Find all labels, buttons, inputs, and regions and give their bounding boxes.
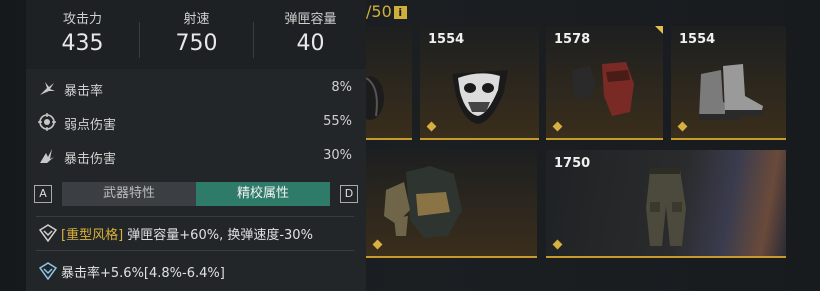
affix-row: 暴击率+5.6%[4.8%-6.4%] bbox=[26, 258, 366, 284]
attribute-name: 暴击伤害 bbox=[64, 152, 117, 167]
divider bbox=[36, 250, 354, 251]
crit-damage-icon bbox=[40, 149, 54, 163]
item-slot-mask[interactable]: 1554 bbox=[420, 26, 539, 140]
stat-label: 攻击力 bbox=[62, 12, 102, 27]
detail-tabs: A 武器特性 精校属性 D bbox=[26, 180, 366, 210]
item-slot-boots[interactable]: 1554 bbox=[671, 26, 786, 140]
armor-icon bbox=[384, 166, 462, 238]
affix-tag: [重型风格] bbox=[61, 228, 124, 243]
stat-value: 750 bbox=[175, 31, 218, 56]
key-hint-right[interactable]: D bbox=[340, 185, 358, 203]
pants-icon bbox=[646, 168, 686, 246]
crit-rate-icon bbox=[40, 82, 55, 95]
stat-value: 435 bbox=[61, 31, 104, 56]
affix-text: 暴击率+5.6%[4.8%-6.4%] bbox=[61, 262, 225, 281]
attribute-name: 暴击率 bbox=[64, 84, 104, 99]
mask-icon bbox=[452, 70, 508, 124]
divider bbox=[36, 216, 354, 217]
affix-emblem-icon bbox=[39, 262, 57, 280]
capacity-text: /50 bbox=[366, 2, 392, 21]
stat-value: 40 bbox=[296, 31, 325, 56]
stat-fire-rate: 射速 750 bbox=[140, 0, 253, 56]
weapon-detail-panel: 攻击力 435 射速 750 弹匣容量 40 暴击率 8% 弱点伤害 55% 暴… bbox=[26, 0, 366, 291]
attribute-row-crit-rate: 暴击率 8% bbox=[26, 75, 366, 103]
affix-row: [重型风格] 弹匣容量+60%, 换弹速度-30% bbox=[26, 220, 366, 246]
stat-attack: 攻击力 435 bbox=[26, 0, 139, 56]
stat-label: 射速 bbox=[183, 12, 210, 27]
affix-emblem-icon bbox=[39, 224, 57, 242]
affix-description: 弹匣容量+60%, 换弹速度-30% bbox=[123, 228, 313, 243]
affix-text: [重型风格] 弹匣容量+60%, 换弹速度-30% bbox=[61, 224, 313, 243]
stat-label: 弹匣容量 bbox=[284, 12, 337, 27]
attribute-name: 弱点伤害 bbox=[64, 118, 117, 133]
boots-icon bbox=[699, 64, 763, 120]
attribute-value: 55% bbox=[323, 114, 352, 129]
key-hint-left[interactable]: A bbox=[34, 185, 52, 203]
attribute-value: 30% bbox=[323, 148, 352, 163]
weapon-stats: 攻击力 435 射速 750 弹匣容量 40 bbox=[26, 0, 366, 69]
weakspot-icon bbox=[38, 113, 56, 131]
item-slot-pants[interactable]: 1750 bbox=[546, 150, 786, 258]
stat-mag-capacity: 弹匣容量 40 bbox=[254, 0, 367, 56]
gloves-icon bbox=[572, 62, 634, 116]
tab-refine-attributes[interactable]: 精校属性 bbox=[196, 182, 330, 206]
attribute-value: 8% bbox=[331, 80, 352, 95]
attribute-row-crit-damage: 暴击伤害 30% bbox=[26, 143, 366, 171]
item-slot-helmet[interactable] bbox=[366, 26, 412, 140]
attribute-row-weakspot: 弱点伤害 55% bbox=[26, 109, 366, 137]
helmet-icon bbox=[366, 76, 384, 120]
affix-description: 暴击率+5.6%[4.8%-6.4%] bbox=[61, 266, 225, 281]
item-slot-armor[interactable] bbox=[366, 150, 537, 258]
item-slot-gloves[interactable]: 1578 bbox=[546, 26, 663, 140]
capacity-counter: /50 i bbox=[366, 2, 407, 21]
tab-weapon-traits[interactable]: 武器特性 bbox=[62, 182, 196, 206]
info-icon[interactable]: i bbox=[393, 6, 407, 19]
